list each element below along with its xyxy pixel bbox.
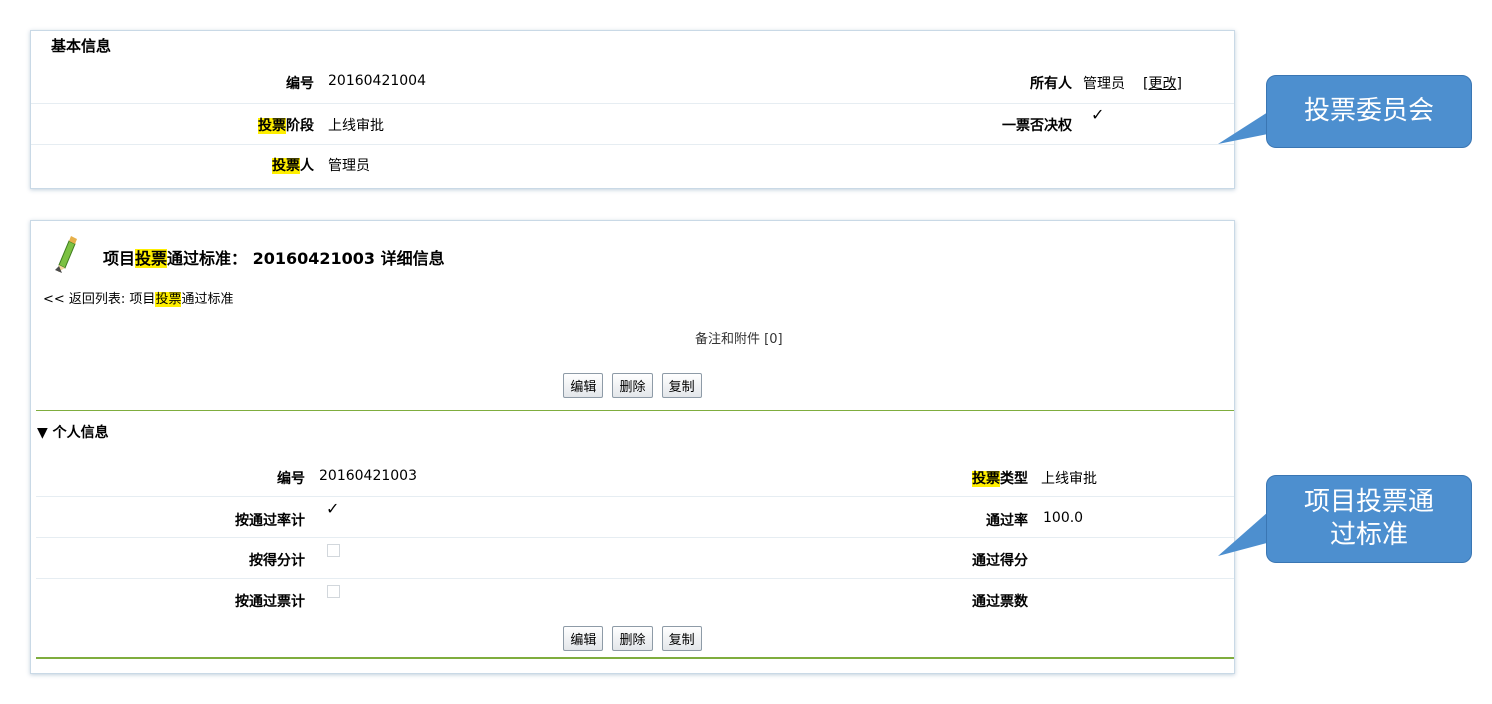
delete-button[interactable]: 删除 (612, 373, 653, 398)
copy-button[interactable]: 复制 (661, 373, 702, 398)
field-value-vote-stage: 上线审批 (328, 118, 384, 134)
field-label-owner: 所有人 (1030, 76, 1072, 92)
basic-info-title: 基本信息 (51, 37, 112, 55)
field-label-vote-stage: 投票阶段 (258, 118, 314, 134)
callout-pass-standard: 项目投票通 过标准 (1266, 475, 1472, 563)
notes-attachments-link[interactable]: 备注和附件 [0] (695, 328, 783, 347)
change-owner-link[interactable]: [更改] (1143, 73, 1182, 93)
field-label-voter: 投票人 (272, 158, 314, 174)
field-label-vote-type: 投票类型 (972, 471, 1028, 487)
section-toggle-personal-info[interactable]: ▼ 个人信息 (37, 422, 109, 442)
pencil-icon (55, 236, 77, 273)
field-value-pass-rate: 100.0 (1043, 510, 1084, 526)
row-divider (31, 144, 1234, 145)
edit-button-bottom[interactable]: 编辑 (563, 626, 604, 651)
field-label-pass-votes: 通过票数 (972, 594, 1028, 610)
basic-info-panel: 基本信息 编号 20160421004 所有人 管理员 [更改] 投票阶段 上线… (30, 30, 1235, 189)
field-label-number: 编号 (277, 471, 305, 487)
field-value-number: 20160421003 (319, 468, 417, 484)
pass-rate-checkmark-icon: ✓ (326, 499, 340, 518)
edit-button[interactable]: 编辑 (563, 373, 604, 398)
by-score-checkbox (327, 544, 340, 557)
page-title: 项目投票通过标准： 20160421003 详细信息 (103, 249, 445, 268)
row-divider (36, 578, 1234, 579)
field-value-owner: 管理员 (1083, 76, 1125, 92)
copy-button-bottom[interactable]: 复制 (661, 626, 702, 651)
back-to-list-link[interactable]: << 返回列表: 项目投票通过标准 (43, 288, 233, 307)
field-label-by-pass-rate: 按通过率计 (235, 513, 305, 529)
top-button-row: 编辑 删除 复制 (31, 373, 1234, 398)
field-value-number: 20160421004 (328, 73, 426, 89)
by-votes-checkbox (327, 585, 340, 598)
field-label-number: 编号 (286, 76, 314, 92)
row-divider (31, 103, 1234, 104)
field-label-veto: 一票否决权 (1002, 118, 1072, 134)
field-label-by-score: 按得分计 (249, 553, 305, 569)
callout-vote-committee: 投票委员会 (1266, 75, 1472, 148)
veto-checkmark-icon: ✓ (1091, 105, 1105, 124)
field-value-voter: 管理员 (328, 158, 370, 174)
section-divider (36, 410, 1234, 411)
field-label-pass-rate: 通过率 (986, 513, 1028, 529)
delete-button-bottom[interactable]: 删除 (612, 626, 653, 651)
bottom-button-row: 编辑 删除 复制 (31, 626, 1234, 651)
detail-panel: 项目投票通过标准： 20160421003 详细信息 << 返回列表: 项目投票… (30, 220, 1235, 674)
row-divider (36, 496, 1234, 497)
field-label-pass-score: 通过得分 (972, 553, 1028, 569)
row-divider (36, 537, 1234, 538)
bottom-section-rule (36, 657, 1234, 659)
field-value-vote-type: 上线审批 (1041, 471, 1097, 487)
field-label-by-pass-votes: 按通过票计 (235, 594, 305, 610)
